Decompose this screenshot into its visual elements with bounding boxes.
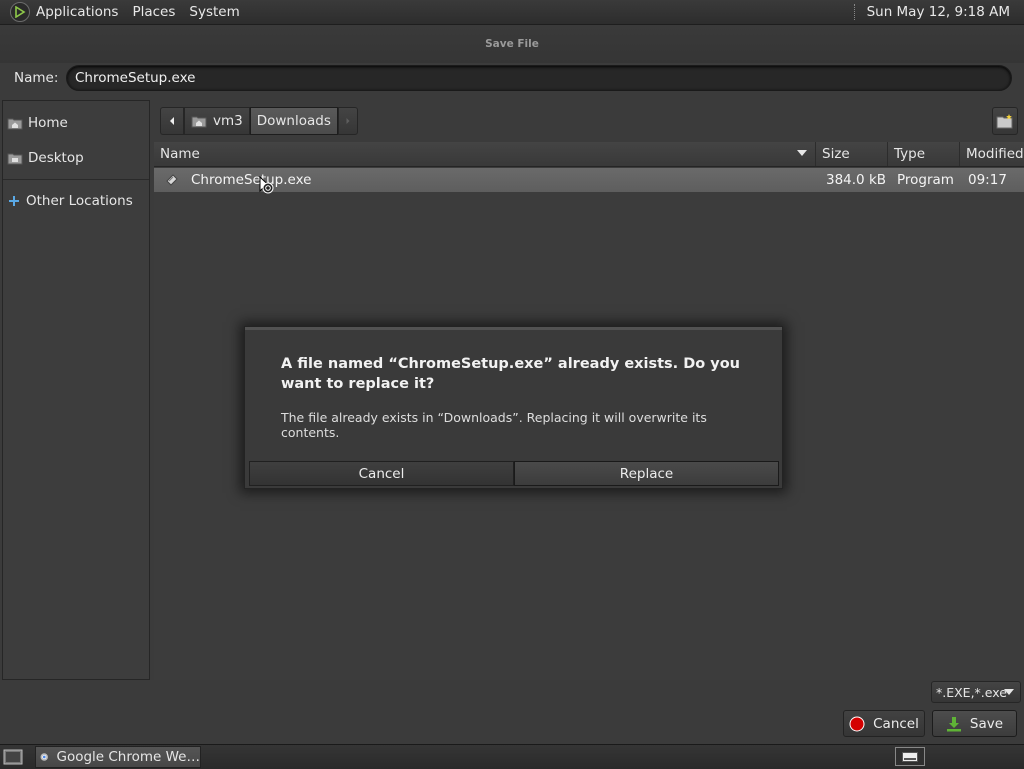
mouse-cursor-icon: [259, 176, 274, 194]
chevron-down-icon: [1004, 689, 1014, 695]
path-scroll-right-button[interactable]: [337, 107, 358, 135]
filename-input[interactable]: [66, 65, 1012, 91]
path-segment-label: Downloads: [256, 113, 331, 129]
path-segment-downloads[interactable]: Downloads: [249, 107, 338, 135]
home-folder-icon: [191, 116, 207, 128]
dialog-cancel-button[interactable]: Cancel: [249, 461, 514, 486]
clock-area: Sun May 12, 9:18 AM: [853, 0, 1010, 24]
chevron-right-icon: [346, 118, 350, 124]
new-folder-icon: [996, 114, 1013, 129]
sidebar-item-label: Home: [28, 115, 68, 131]
chrome-icon: [40, 753, 48, 761]
file-type: Program: [897, 172, 954, 188]
path-scroll-left-button[interactable]: [160, 107, 184, 135]
places-menu[interactable]: Places: [132, 4, 175, 20]
column-header-label: Modified: [966, 146, 1024, 162]
taskbar: Google Chrome We…: [0, 744, 1024, 769]
file-name: ChromeSetup.exe: [191, 172, 312, 188]
column-header-name[interactable]: Name: [154, 142, 816, 166]
replace-button-label: Replace: [619, 465, 674, 482]
plus-icon: [9, 196, 19, 206]
sidebar-item-desktop[interactable]: Desktop: [7, 148, 84, 168]
dialog-titlebar[interactable]: Save File: [0, 25, 1024, 63]
path-bar: vm3 Downloads: [160, 107, 358, 135]
sidebar-item-label: Desktop: [28, 150, 84, 166]
sidebar-item-home[interactable]: Home: [7, 113, 68, 133]
column-header-label: Name: [160, 146, 200, 162]
places-sidebar: Home Desktop Other Locations: [2, 100, 150, 680]
file-list-header: Name Size Type Modified: [154, 142, 1024, 167]
taskbar-window-button[interactable]: Google Chrome We…: [35, 746, 201, 768]
filter-selected-value: *.EXE,*.exe: [936, 684, 1007, 700]
taskbar-window-label: Google Chrome We…: [56, 749, 200, 765]
table-row[interactable]: ChromeSetup.exe 384.0 kB Program 09:17: [154, 168, 1024, 192]
cancel-icon: [849, 716, 865, 731]
column-header-size[interactable]: Size: [816, 142, 888, 166]
file-modified: 09:17: [968, 172, 1007, 188]
sidebar-item-label: Other Locations: [26, 193, 133, 209]
chevron-left-icon: [170, 117, 174, 125]
clock[interactable]: Sun May 12, 9:18 AM: [867, 4, 1010, 20]
applications-menu[interactable]: Applications: [36, 4, 118, 20]
column-header-modified[interactable]: Modified: [960, 142, 1024, 166]
sidebar-item-other-locations[interactable]: Other Locations: [7, 191, 133, 211]
path-segment-label: vm3: [213, 113, 243, 129]
sidebar-divider: [3, 179, 149, 180]
create-folder-button[interactable]: [992, 107, 1018, 135]
name-label: Name:: [14, 70, 59, 86]
dialog-cancel-label: Cancel: [358, 465, 405, 482]
sort-descending-icon: [797, 150, 807, 156]
show-desktop-icon[interactable]: [3, 748, 23, 766]
executable-file-icon: [166, 174, 178, 186]
keyboard-tray-icon[interactable]: [895, 747, 925, 766]
file-size: 384.0 kB: [826, 172, 887, 188]
cancel-button[interactable]: Cancel: [843, 710, 925, 737]
home-folder-icon: [7, 118, 23, 130]
dialog-title: Save File: [485, 38, 539, 50]
save-button[interactable]: Save: [932, 710, 1017, 737]
path-segment-vm3[interactable]: vm3: [184, 107, 250, 135]
replace-button[interactable]: Replace: [514, 461, 779, 486]
panel-separator: [853, 4, 857, 20]
column-header-label: Type: [894, 146, 926, 162]
dialog-top-edge: [245, 327, 782, 330]
dialog-heading: A file named “ChromeSetup.exe” already e…: [281, 356, 741, 392]
distro-logo-icon[interactable]: [10, 2, 30, 22]
file-type-filter-select[interactable]: *.EXE,*.exe: [931, 681, 1021, 703]
system-menu[interactable]: System: [189, 4, 239, 20]
column-header-type[interactable]: Type: [888, 142, 960, 166]
dialog-message: The file already exists in “Downloads”. …: [281, 410, 707, 440]
replace-confirmation-dialog: A file named “ChromeSetup.exe” already e…: [244, 326, 783, 489]
column-header-label: Size: [822, 146, 850, 162]
keyboard-icon: [902, 751, 918, 762]
save-button-label: Save: [969, 715, 1004, 732]
cancel-button-label: Cancel: [873, 715, 919, 732]
desktop-folder-icon: [7, 153, 23, 165]
top-panel: Applications Places System Sun May 12, 9…: [0, 0, 1024, 25]
save-download-icon: [946, 716, 961, 731]
